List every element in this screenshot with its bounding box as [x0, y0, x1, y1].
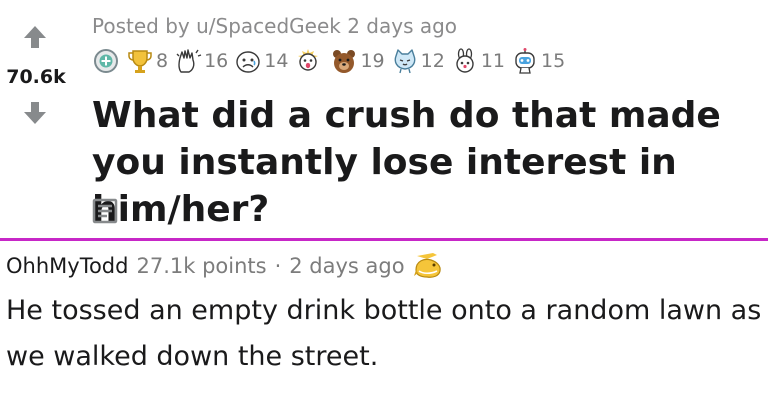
- trophy-award-icon: [128, 50, 152, 73]
- award-list: 8 16 14 19 12 11 15: [92, 46, 571, 76]
- silver-award-icon: [94, 49, 118, 73]
- award-trophy[interactable]: 8: [126, 47, 168, 75]
- dog-award-icon: [298, 49, 319, 71]
- narwhal-award-icon[interactable]: [413, 250, 445, 282]
- post-comment-divider: [0, 238, 768, 241]
- downvote-icon[interactable]: [22, 100, 48, 126]
- award-sad-face[interactable]: 14: [234, 47, 288, 75]
- post-title[interactable]: What did a crush do that made you instan…: [92, 92, 752, 233]
- award-count: 19: [360, 50, 385, 72]
- comment-points: 27.1k points: [136, 254, 267, 278]
- robot-award-icon: [515, 48, 535, 74]
- cat-award-icon: [394, 49, 416, 74]
- comment: OhhMyTodd 27.1k points · 2 days ago He t…: [0, 244, 768, 402]
- award-count: 11: [480, 50, 506, 72]
- award-silver[interactable]: [92, 47, 120, 75]
- award-count: 16: [204, 50, 229, 72]
- award-dog[interactable]: [294, 47, 324, 75]
- post-meta: Posted by u/SpacedGeek 2 days ago: [92, 14, 458, 38]
- award-count: 15: [541, 50, 566, 72]
- comment-meta: OhhMyTodd 27.1k points · 2 days ago: [6, 250, 445, 282]
- sad-face-award-icon: [236, 51, 260, 73]
- award-count: 14: [264, 50, 289, 72]
- bunny-award-icon: [456, 48, 474, 73]
- meta-separator: ·: [274, 254, 282, 278]
- text-post-icon: [92, 198, 118, 224]
- award-bunny[interactable]: 11: [451, 47, 505, 75]
- award-count: 8: [156, 50, 169, 72]
- award-clap[interactable]: 16: [174, 47, 228, 75]
- bear-award-icon: [333, 50, 356, 73]
- award-cat[interactable]: 12: [391, 47, 445, 75]
- comment-timestamp: 2 days ago: [289, 254, 405, 278]
- post-score: 70.6k: [6, 66, 66, 88]
- award-count: 12: [420, 50, 445, 72]
- comment-body: He tossed an empty drink bottle onto a r…: [6, 295, 762, 372]
- upvote-icon[interactable]: [22, 24, 48, 50]
- award-robot[interactable]: 15: [511, 47, 565, 75]
- clapping-hands-award-icon: [176, 49, 202, 73]
- comment-author[interactable]: OhhMyTodd: [6, 254, 128, 278]
- reddit-post: 70.6k Posted by u/SpacedGeek 2 days ago …: [0, 0, 768, 238]
- award-bear[interactable]: 19: [330, 47, 385, 75]
